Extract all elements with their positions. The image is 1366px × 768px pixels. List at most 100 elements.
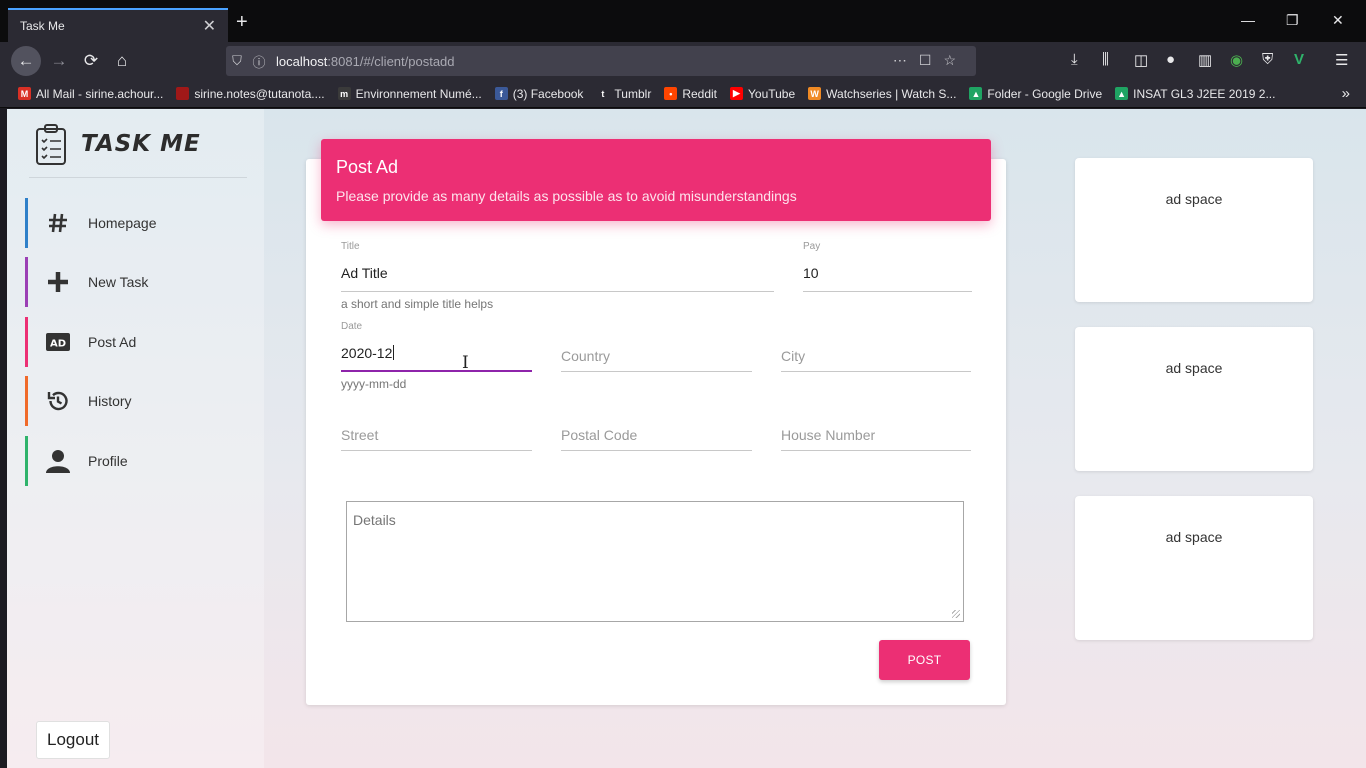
- bookmark-label: Reddit: [682, 86, 717, 101]
- extension-icon[interactable]: ▥: [1198, 51, 1212, 69]
- minimize-icon[interactable]: —: [1241, 12, 1255, 28]
- bookmark-label: YouTube: [748, 86, 796, 101]
- browser-tab-bar: Task Me ✕ + — ❐ ✕: [0, 0, 1366, 42]
- ad-icon: AD: [28, 333, 88, 351]
- date-hint: yyyy-mm-dd: [341, 377, 407, 391]
- url-host: localhost: [276, 53, 328, 69]
- city-placeholder: City: [781, 348, 806, 364]
- sidebar-item-profile[interactable]: Profile: [25, 436, 247, 486]
- ad-space[interactable]: ad space: [1075, 327, 1313, 471]
- underline: [341, 291, 774, 292]
- facebook-icon: f: [494, 87, 508, 100]
- ublock-icon[interactable]: ⛨: [1262, 51, 1273, 68]
- info-icon[interactable]: ⓘ: [248, 52, 270, 71]
- i-beam-cursor-icon: I: [462, 353, 469, 373]
- menu-icon[interactable]: ☰: [1335, 51, 1348, 69]
- browser-nav-bar: ← → ⟳ ⌂ ⛉ ⓘ localhost:8081/#/client/post…: [0, 42, 1366, 80]
- bookmark-item[interactable]: ▲ INSAT GL3 J2EE 2019 2...: [1115, 87, 1275, 101]
- bookmark-label: INSAT GL3 J2EE 2019 2...: [1133, 86, 1276, 101]
- new-tab-button[interactable]: +: [236, 12, 248, 32]
- title-field[interactable]: Title Ad Title: [341, 241, 774, 292]
- ad-label: ad space: [1165, 360, 1223, 376]
- ad-space[interactable]: ad space: [1075, 496, 1313, 640]
- gmail-icon: M: [18, 87, 31, 100]
- bookmark-item[interactable]: ▶ YouTube: [730, 87, 795, 101]
- date-value-wrap: 2020-12: [341, 345, 395, 361]
- date-label: Date: [341, 321, 363, 332]
- forward-icon[interactable]: →: [44, 46, 74, 76]
- country-field[interactable]: Country: [561, 321, 752, 372]
- restore-icon[interactable]: ❐: [1286, 12, 1299, 29]
- user-icon: [28, 449, 88, 473]
- library-icon[interactable]: ⫼: [1102, 51, 1109, 68]
- bookmark-label: Folder - Google Drive: [987, 86, 1103, 101]
- date-value: 2020-12: [341, 345, 393, 361]
- bookmark-item[interactable]: M All Mail - sirine.achour...: [18, 87, 163, 101]
- country-placeholder: Country: [561, 348, 611, 364]
- chrome-extension-icon[interactable]: ◉: [1230, 51, 1243, 69]
- title-value: Ad Title: [341, 265, 388, 281]
- home-icon[interactable]: ⌂: [107, 46, 137, 76]
- bookmark-item[interactable]: m Environnement Numé...: [337, 86, 482, 101]
- bookmark-label: Tumblr: [614, 86, 652, 101]
- vue-devtools-icon[interactable]: V: [1294, 51, 1304, 68]
- url-path: :8081/#/client/postadd: [327, 53, 455, 69]
- svg-text:AD: AD: [50, 339, 66, 350]
- bookmark-label: (3) Facebook: [512, 86, 584, 101]
- sidebar-item-label: History: [88, 393, 132, 409]
- pay-value: 10: [803, 265, 819, 281]
- sidebar-item-new-task[interactable]: New Task: [25, 257, 247, 307]
- bookmark-item[interactable]: t Tumblr: [596, 87, 651, 101]
- house-number-field[interactable]: House Number: [781, 400, 971, 451]
- post-button[interactable]: POST: [879, 640, 970, 680]
- sidebar-item-label: New Task: [88, 274, 149, 290]
- street-placeholder: Street: [341, 427, 379, 443]
- google-drive-icon: ▲: [1115, 87, 1129, 100]
- clipboard-logo-icon: [36, 124, 66, 165]
- bookmark-item[interactable]: • Reddit: [664, 87, 717, 101]
- bookmark-label: Environnement Numé...: [355, 86, 482, 101]
- sidebar-toggle-icon[interactable]: ◫: [1134, 51, 1148, 69]
- bookmark-item[interactable]: ▲ Folder - Google Drive: [969, 87, 1102, 101]
- street-field[interactable]: Street: [341, 400, 532, 451]
- close-tab-icon[interactable]: ✕: [203, 16, 216, 36]
- ad-label: ad space: [1165, 191, 1223, 207]
- back-icon[interactable]: ←: [11, 46, 41, 76]
- house-number-placeholder: House Number: [781, 427, 876, 443]
- underline: [561, 450, 752, 451]
- browser-tab[interactable]: Task Me ✕: [8, 8, 228, 42]
- sidebar-item-post-ad[interactable]: AD Post Ad: [25, 317, 247, 367]
- sidebar-item-homepage[interactable]: Homepage: [25, 198, 247, 248]
- postal-code-field[interactable]: Postal Code: [561, 400, 752, 451]
- logout-button[interactable]: Logout: [36, 721, 110, 759]
- bookmark-item[interactable]: f (3) Facebook: [494, 86, 584, 101]
- download-icon[interactable]: ⤓: [1071, 51, 1078, 68]
- bookmark-item[interactable]: W Watchseries | Watch S...: [808, 87, 956, 101]
- account-icon[interactable]: ●: [1166, 51, 1175, 68]
- details-textarea[interactable]: Details: [346, 501, 964, 622]
- underline-active: [341, 370, 532, 372]
- tumblr-icon: t: [596, 87, 610, 100]
- resize-handle-icon[interactable]: [952, 610, 960, 618]
- pay-label: Pay: [803, 241, 821, 252]
- bookmark-label: Watchseries | Watch S...: [826, 86, 957, 101]
- address-bar[interactable]: ⛉ ⓘ localhost:8081/#/client/postadd ⋯☐☆: [226, 46, 976, 76]
- date-field[interactable]: Date 2020-12: [341, 321, 532, 372]
- ad-space[interactable]: ad space: [1075, 158, 1313, 302]
- google-drive-icon: ▲: [969, 87, 983, 100]
- sidebar-item-label: Post Ad: [88, 334, 137, 350]
- ad-label: ad space: [1165, 529, 1223, 545]
- page-actions[interactable]: ⋯☐☆: [893, 52, 968, 69]
- title-label: Title: [341, 241, 360, 252]
- shield-icon[interactable]: ⛉: [226, 53, 248, 69]
- sidebar-item-history[interactable]: History: [25, 376, 247, 426]
- sidebar: TASK ME Homepage New Task AD Post Ad His…: [7, 109, 264, 768]
- city-field[interactable]: City: [781, 321, 971, 372]
- reload-icon[interactable]: ⟳: [76, 46, 106, 76]
- bookmarks-bar: M All Mail - sirine.achour... sirine.notes…: [0, 80, 1366, 108]
- pay-field[interactable]: Pay 10: [803, 241, 972, 292]
- window-close-icon[interactable]: ✕: [1332, 12, 1344, 29]
- bookmark-item[interactable]: sirine.notes@tutanota....: [176, 87, 325, 101]
- underline: [803, 291, 972, 292]
- more-bookmarks-icon[interactable]: »: [1342, 85, 1350, 102]
